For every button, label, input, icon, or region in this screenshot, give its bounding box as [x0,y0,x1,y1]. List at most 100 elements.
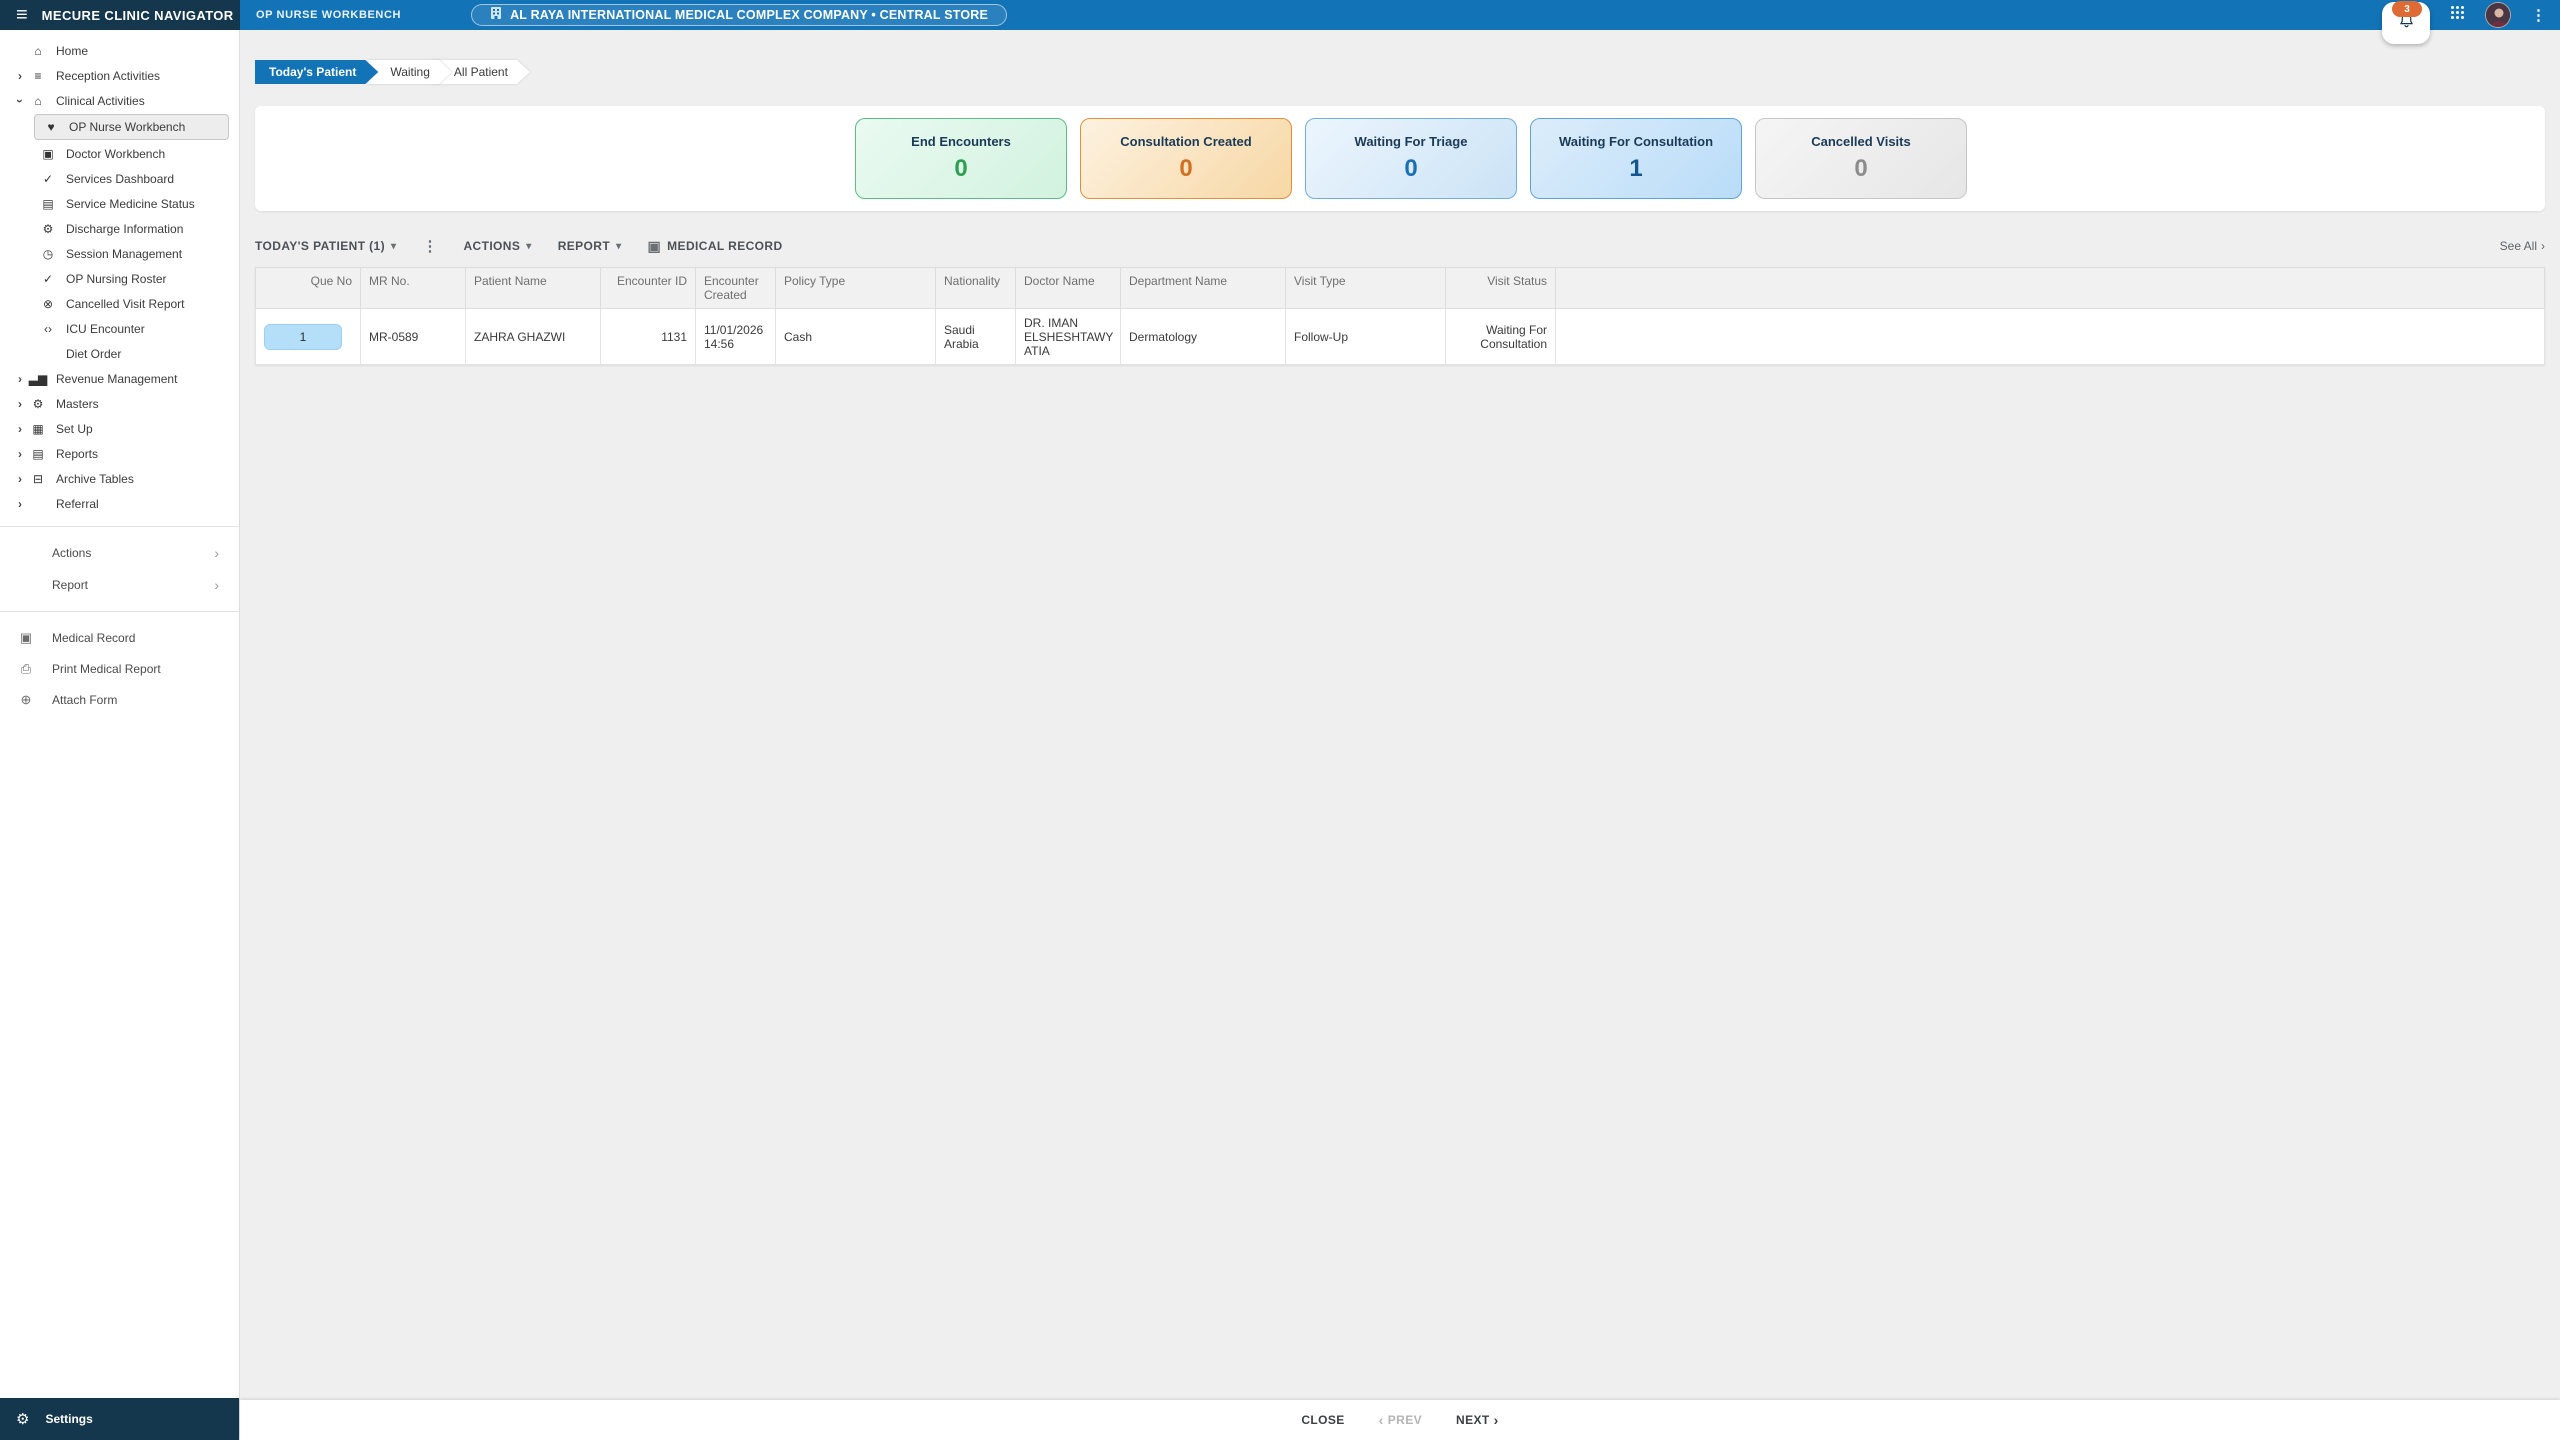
chevron-left-icon: ‹ [1378,1412,1384,1428]
close-button[interactable]: CLOSE [1301,1413,1344,1427]
sidebar-item-op-nursing-roster[interactable]: ✓ OP Nursing Roster [0,266,239,291]
tab-todays-patient[interactable]: Today's Patient [255,60,378,84]
sidebar-item-services-dashboard[interactable]: ✓ Services Dashboard [0,166,239,191]
sidebar-item-reception-activities[interactable]: › ≡ Reception Activities [0,63,239,88]
summary-card-waiting-for-consultation[interactable]: Waiting For Consultation 1 [1530,118,1742,199]
settings-button[interactable]: ⚙ Settings [0,1398,239,1440]
tool-label: Medical Record [52,630,136,645]
sidebar-item-masters[interactable]: › ⚙ Masters [0,391,239,416]
sidebar-item-icu-encounter[interactable]: ‹› ICU Encounter [0,316,239,341]
chevron-right-icon[interactable]: › [12,472,28,486]
sidebar-tool-medical-record[interactable]: ▣ Medical Record [0,622,239,653]
document-icon: ▤ [32,446,44,461]
column-header-policy-type[interactable]: Policy Type [775,267,936,309]
column-header-visit-type[interactable]: Visit Type [1285,267,1446,309]
table-row[interactable]: 1 MR-0589 ZAHRA GHAZWI 1131 11/01/2026 14:56… [255,308,2545,365]
summary-card-waiting-for-triage[interactable]: Waiting For Triage 0 [1305,118,1517,199]
sidebar-item-clinical-activities[interactable]: › ⌂ Clinical Activities [0,88,239,113]
column-header-patient-name[interactable]: Patient Name [465,267,601,309]
apps-grid-icon[interactable] [2450,5,2465,25]
column-header-nationality[interactable]: Nationality [935,267,1016,309]
report-dropdown-label: REPORT [557,239,611,253]
column-header-encounter-created[interactable]: Encounter Created [695,267,776,309]
app-title: MECURE CLINIC NAVIGATOR [41,7,234,23]
code-brackets-icon: ‹› [44,321,52,336]
caret-down-icon: ▾ [526,240,532,252]
chevron-right-icon[interactable]: › [12,447,28,461]
report-dropdown[interactable]: REPORT ▾ [558,239,622,253]
summary-cards-panel: End Encounters 0 Consultation Created 0 Wait… [255,106,2545,211]
chevron-right-icon[interactable]: › [12,397,28,411]
sidebar-item-label: Cancelled Visit Report [66,296,185,311]
card-label: End Encounters [911,134,1011,149]
column-header-encounter-id[interactable]: Encounter ID [600,267,696,309]
sidebar-item-diet-order[interactable]: Diet Order [0,341,239,366]
sidebar-item-op-nurse-workbench[interactable]: ♥ OP Nurse Workbench [34,114,229,140]
clinic-building-icon: ⌂ [34,93,42,108]
card-value: 0 [1854,155,1868,182]
sidebar-item-label: ICU Encounter [66,321,145,336]
sidebar-item-archive-tables[interactable]: › ⊟ Archive Tables [0,466,239,491]
medical-record-button[interactable]: ▣ MEDICAL RECORD [648,238,783,255]
actions-dropdown[interactable]: ACTIONS ▾ [463,239,531,253]
sidebar-item-doctor-workbench[interactable]: ▣ Doctor Workbench [0,141,239,166]
home-icon: ⌂ [34,43,42,58]
sidebar-item-revenue-management[interactable]: › ▃▆ Revenue Management [0,366,239,391]
user-avatar[interactable] [2485,2,2511,28]
sidebar-report-menu[interactable]: Report › [0,569,239,601]
sidebar-item-label: Doctor Workbench [66,146,166,161]
sidebar-divider [0,611,239,612]
hamburger-menu-icon[interactable]: ≡ [16,5,28,25]
sidebar-actions-menu[interactable]: Actions › [0,537,239,569]
prev-button[interactable]: ‹ PREV [1379,1412,1422,1428]
sidebar-tool-attach-form[interactable]: ⊕ Attach Form [0,684,239,715]
sidebar-item-set-up[interactable]: › ▦ Set Up [0,416,239,441]
chevron-down-icon[interactable]: › [13,93,27,109]
sidebar-item-label: Services Dashboard [66,171,175,186]
sidebar-item-referral[interactable]: › Referral [0,491,239,516]
chevron-right-icon[interactable]: › [12,422,28,436]
chevron-right-icon[interactable]: › [12,497,28,511]
column-header-department-name[interactable]: Department Name [1120,267,1286,309]
sidebar-item-service-medicine-status[interactable]: ▤ Service Medicine Status [0,191,239,216]
list-selector-label: TODAY'S PATIENT (1) [255,239,386,253]
cell-que-no: 1 [255,308,361,365]
bar-chart-icon: ▃▆ [28,371,48,386]
chevron-right-icon[interactable]: › [12,372,28,386]
que-no-badge[interactable]: 1 [264,323,342,350]
sidebar-item-label: Referral [56,496,99,511]
chevron-right-icon[interactable]: › [12,69,28,83]
list-selector-dropdown[interactable]: TODAY'S PATIENT (1) ▾ [255,239,396,253]
card-label: Waiting For Triage [1354,134,1468,149]
summary-card-consultation-created[interactable]: Consultation Created 0 [1080,118,1292,199]
medical-record-label: MEDICAL RECORD [667,239,783,253]
location-pill-label: AL RAYA INTERNATIONAL MEDICAL COMPLEX CO… [510,8,989,22]
column-header-visit-status[interactable]: Visit Status [1445,267,1556,309]
notifications-button[interactable]: 3 [2382,1,2430,44]
doc-search-icon: ▦ [32,421,44,436]
toolbar-kebab-icon[interactable]: ⋮ [422,237,437,255]
sidebar-item-label: Revenue Management [56,371,178,386]
sidebar-item-label: Diet Order [66,346,122,361]
location-selector[interactable]: AL RAYA INTERNATIONAL MEDICAL COMPLEX CO… [471,4,1008,26]
sidebar-item-label: Service Medicine Status [66,196,195,211]
gear-icon: ⚙ [32,396,44,411]
see-all-link[interactable]: See All › [2500,239,2545,253]
tab-waiting[interactable]: Waiting [368,60,452,84]
summary-card-end-encounters[interactable]: End Encounters 0 [855,118,1067,199]
sidebar-item-cancelled-visit-report[interactable]: ⊗ Cancelled Visit Report [0,291,239,316]
next-button[interactable]: NEXT › [1456,1412,1499,1428]
sidebar-item-session-management[interactable]: ◷ Session Management [0,241,239,266]
summary-card-cancelled-visits[interactable]: Cancelled Visits 0 [1755,118,1967,199]
cell-empty [1555,308,2545,365]
sidebar-item-discharge-information[interactable]: ⚙ Discharge Information [0,216,239,241]
column-header-que-no[interactable]: Que No [255,267,361,309]
sidebar-item-reports[interactable]: › ▤ Reports [0,441,239,466]
kebab-menu-icon[interactable]: ⋮ [2531,6,2546,24]
column-header-mr-no[interactable]: MR No. [360,267,466,309]
chevron-right-icon: › [1493,1412,1499,1428]
sidebar-tool-print-medical-report[interactable]: ⎙ Print Medical Report [0,653,239,684]
column-header-doctor-name[interactable]: Doctor Name [1015,267,1121,309]
building-icon [490,6,502,25]
sidebar-item-home[interactable]: ⌂ Home [0,38,239,63]
